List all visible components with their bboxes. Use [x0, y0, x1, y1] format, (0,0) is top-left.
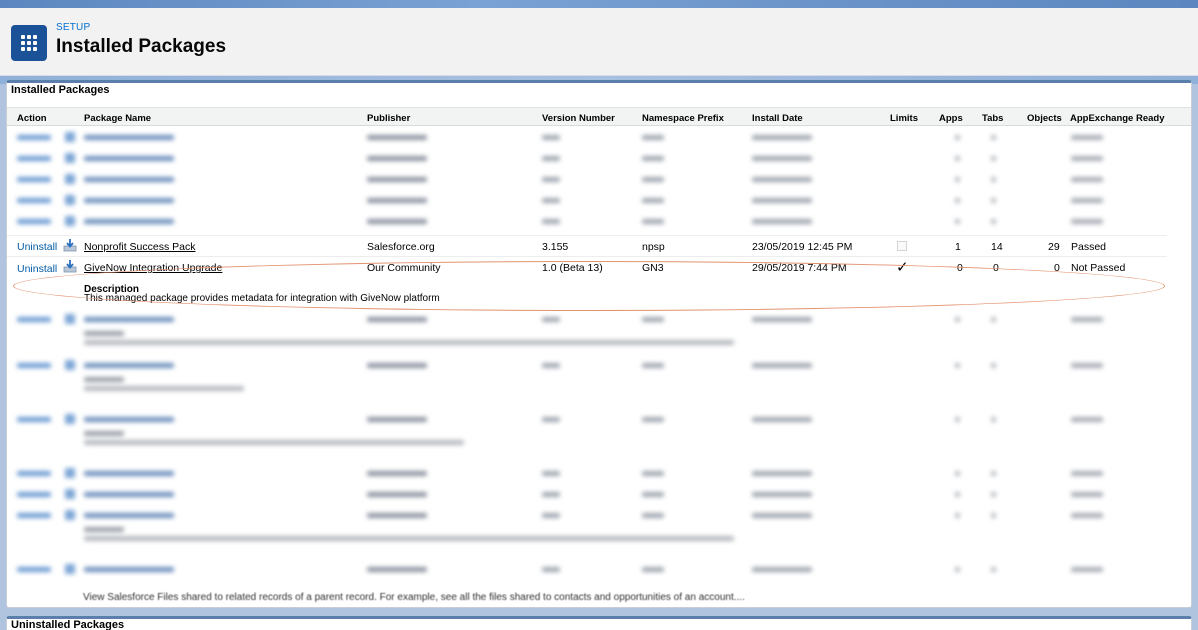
redacted-row: [7, 211, 1187, 233]
appexchange-status: Passed: [1071, 241, 1107, 253]
redacted-description: [7, 523, 1187, 545]
redacted-description: [7, 373, 1187, 395]
redacted-row: [7, 484, 1187, 506]
redacted-row: [7, 148, 1187, 170]
page-header: SETUP Installed Packages: [0, 8, 1198, 76]
uninstall-link[interactable]: Uninstall: [17, 241, 57, 253]
version-number: 3.155: [542, 241, 569, 253]
tabs-count: 14: [991, 241, 1003, 253]
package-name-link[interactable]: Nonprofit Success Pack: [84, 241, 195, 253]
setup-label[interactable]: SETUP: [56, 22, 90, 33]
col-publisher: Publisher: [367, 113, 411, 124]
redacted-description: [7, 327, 1187, 349]
col-install-date: Install Date: [752, 113, 803, 124]
section-title: Uninstalled Packages: [11, 619, 125, 630]
apps-count: 1: [955, 241, 961, 253]
objects-count: 29: [1048, 241, 1060, 253]
section-title: Installed Packages: [11, 84, 110, 96]
redacted-row: [7, 190, 1187, 212]
redacted-row: [7, 463, 1187, 485]
redacted-row: [7, 169, 1187, 191]
installed-packages-panel: Installed Packages Action Package Name P…: [6, 80, 1192, 608]
redacted-row: [7, 559, 1187, 581]
redacted-row: [7, 127, 1187, 149]
col-tabs: Tabs: [982, 113, 1004, 124]
publisher: Salesforce.org: [367, 241, 435, 253]
uninstalled-packages-panel: Uninstalled Packages: [6, 616, 1192, 630]
limits-checkbox: [897, 241, 907, 251]
col-action: Action: [17, 113, 47, 124]
download-icon: [63, 239, 77, 252]
namespace-prefix: npsp: [642, 241, 665, 253]
highlight-annotation: [13, 261, 1165, 311]
col-appexchange-ready: AppExchange Ready: [1070, 113, 1165, 124]
col-apps: Apps: [939, 113, 963, 124]
col-package-name: Package Name: [84, 113, 152, 124]
description-text: View Salesforce Files shared to related …: [83, 592, 745, 603]
col-namespace: Namespace Prefix: [642, 113, 724, 124]
download-icon: [63, 260, 77, 273]
top-banner: [0, 0, 1198, 8]
page-title: Installed Packages: [56, 36, 227, 57]
app-launcher-grid-icon[interactable]: [11, 25, 47, 61]
col-version: Version Number: [542, 113, 615, 124]
col-limits: Limits: [890, 113, 918, 124]
redacted-description: [7, 427, 1187, 449]
col-objects: Objects: [1027, 113, 1062, 124]
uninstall-link[interactable]: Uninstall: [17, 263, 57, 275]
install-date: 23/05/2019 12:45 PM: [752, 241, 853, 253]
